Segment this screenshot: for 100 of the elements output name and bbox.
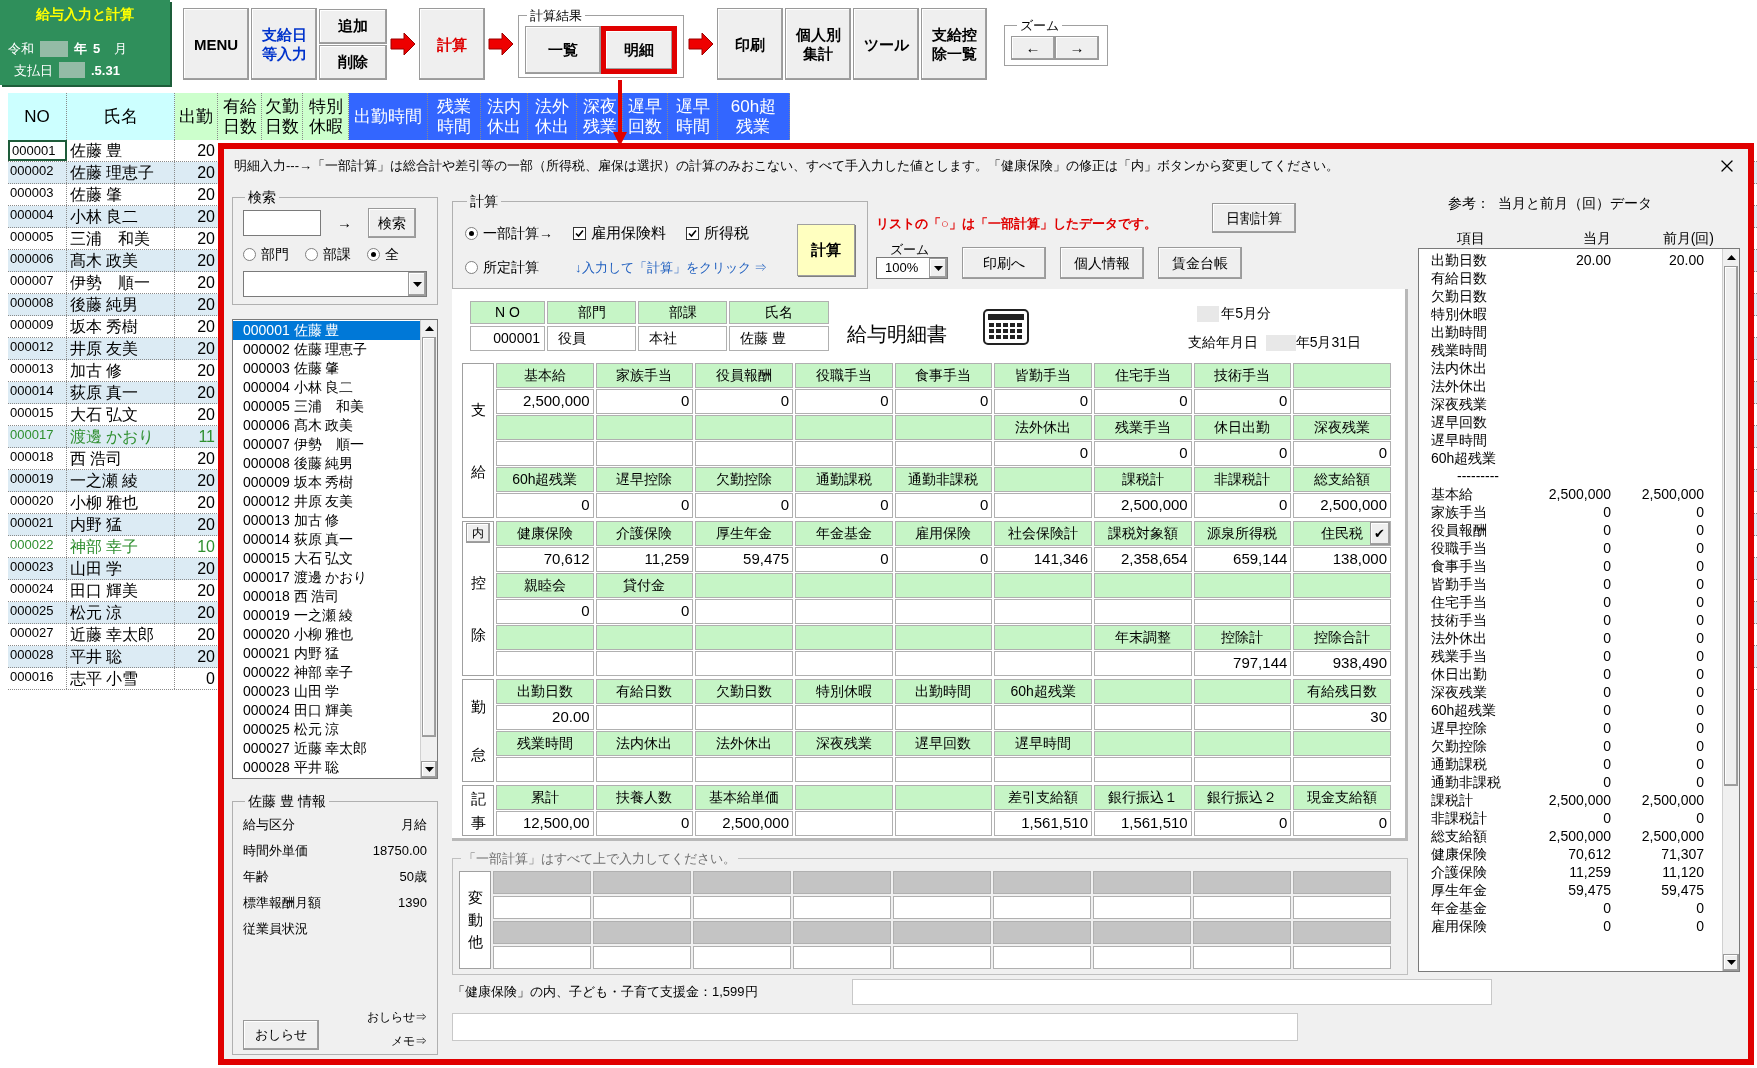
field-value[interactable] [496, 757, 594, 782]
list-item[interactable]: 000021 内野 猛 [233, 644, 420, 663]
field-value[interactable]: 0 [496, 599, 594, 624]
field-value[interactable] [496, 651, 594, 676]
zoom-select[interactable]: 100% [876, 257, 948, 279]
list-item[interactable]: 000006 髙木 政美 [233, 416, 420, 435]
notice-button[interactable]: おしらせ [243, 1020, 319, 1050]
field-value[interactable]: 797,144 [1193, 651, 1292, 676]
checkbox-option[interactable]: 所得税 [686, 222, 749, 245]
table-cell[interactable] [1193, 895, 1291, 919]
list-item[interactable]: 000001 佐藤 豊 [233, 321, 420, 340]
field-value[interactable]: 2,500,000 [496, 389, 594, 414]
field-value[interactable] [1094, 599, 1192, 624]
field-value[interactable]: 0 [496, 493, 594, 518]
list-item[interactable]: 000007 伊勢 順一 [233, 435, 420, 454]
field-value[interactable] [795, 441, 893, 466]
toolbar-button[interactable]: 支給日等入力 [251, 8, 317, 80]
radio-option[interactable]: 部課 [305, 244, 351, 265]
field-value[interactable]: 20.00 [496, 705, 594, 730]
field-value[interactable]: 70,612 [496, 547, 594, 572]
field-value[interactable]: 0 [695, 389, 793, 414]
table-cell[interactable] [493, 895, 591, 919]
table-cell[interactable] [893, 920, 991, 944]
table-cell[interactable] [493, 870, 591, 894]
field-value[interactable]: 0 [1193, 811, 1292, 836]
table-cell[interactable] [1293, 920, 1391, 944]
radio-option[interactable]: 一部計算→ [465, 223, 553, 244]
field-value[interactable]: 0 [595, 493, 694, 518]
field-value[interactable] [994, 599, 1092, 624]
field-value[interactable] [1094, 705, 1192, 730]
table-cell[interactable] [1293, 945, 1391, 969]
list-item[interactable]: 000018 西 浩司 [233, 587, 420, 606]
list-item[interactable]: 000004 小林 良二 [233, 378, 420, 397]
field-value[interactable] [894, 599, 993, 624]
list-item[interactable]: 000002 佐藤 理恵子 [233, 340, 420, 359]
table-cell[interactable] [1193, 870, 1291, 894]
field-value[interactable]: 0 [894, 493, 993, 518]
table-cell[interactable] [993, 895, 1091, 919]
table-cell[interactable] [593, 895, 691, 919]
field-value[interactable] [795, 599, 893, 624]
field-value[interactable]: 0 [1193, 493, 1292, 518]
zoom-button[interactable]: → [1055, 35, 1099, 60]
list-item[interactable]: 000028 平井 聡 [233, 758, 420, 777]
field-value[interactable] [795, 651, 893, 676]
table-cell[interactable] [1093, 895, 1191, 919]
field-value[interactable] [1293, 389, 1391, 414]
list-item[interactable]: 000003 佐藤 肇 [233, 359, 420, 378]
scrollbar[interactable] [1722, 249, 1739, 971]
field-value[interactable] [496, 441, 594, 466]
field-value[interactable] [795, 705, 893, 730]
field-value[interactable]: 0 [795, 389, 893, 414]
table-cell[interactable] [893, 945, 991, 969]
list-item[interactable]: 000024 田口 輝美 [233, 701, 420, 720]
field-value[interactable] [1293, 757, 1391, 782]
calculate-button[interactable]: 計算 [797, 224, 855, 276]
checkbox-option[interactable]: 雇用保険料 [573, 222, 666, 245]
field-value[interactable] [1193, 757, 1292, 782]
field-value[interactable]: 0 [1193, 441, 1292, 466]
field-value[interactable]: 138,000 [1293, 547, 1391, 572]
table-cell[interactable] [993, 945, 1091, 969]
list-item[interactable]: 000008 後藤 純男 [233, 454, 420, 473]
up-arrow-icon[interactable] [1726, 255, 1736, 260]
table-cell[interactable] [1093, 945, 1191, 969]
field-value[interactable]: 0 [695, 493, 793, 518]
toolbar-button[interactable]: ツール [853, 8, 919, 80]
field-value[interactable] [994, 705, 1092, 730]
field-value[interactable]: 0 [795, 547, 893, 572]
field-value[interactable] [1193, 599, 1292, 624]
table-cell[interactable] [993, 870, 1091, 894]
field-value[interactable] [1094, 757, 1192, 782]
radio-option[interactable]: 部門 [243, 244, 289, 265]
field-value[interactable]: 0 [1293, 441, 1391, 466]
field-value[interactable]: 59,475 [695, 547, 793, 572]
list-item[interactable]: 000017 渡邊 かおり [233, 568, 420, 587]
table-cell[interactable] [493, 920, 591, 944]
table-cell[interactable] [593, 920, 691, 944]
field-value[interactable]: 0 [994, 441, 1092, 466]
field-value[interactable] [795, 811, 893, 836]
field-value[interactable] [595, 705, 694, 730]
down-arrow-icon[interactable] [1726, 960, 1736, 965]
table-cell[interactable] [593, 945, 691, 969]
dialog-button[interactable]: 個人情報 [1060, 247, 1144, 279]
filter-select[interactable] [243, 271, 427, 297]
list-item[interactable]: 000019 一之瀬 綾 [233, 606, 420, 625]
field-value[interactable]: 2,500,000 [1094, 493, 1192, 518]
list-item[interactable]: 000020 小柳 雅也 [233, 625, 420, 644]
table-cell[interactable] [593, 870, 691, 894]
table-cell[interactable] [1093, 920, 1191, 944]
field-value[interactable]: 0 [595, 811, 694, 836]
toolbar-button[interactable]: 計算 [419, 8, 485, 80]
tab-button[interactable]: 一覧 [525, 25, 601, 74]
list-item[interactable]: 000027 近藤 幸太郎 [233, 739, 420, 758]
list-item[interactable]: 000023 山田 学 [233, 682, 420, 701]
list-item[interactable]: 000013 加古 修 [233, 511, 420, 530]
field-value[interactable]: 141,346 [994, 547, 1092, 572]
field-value[interactable] [894, 811, 993, 836]
field-value[interactable] [595, 441, 694, 466]
table-cell[interactable] [1193, 920, 1291, 944]
dialog-button[interactable]: 賃金台帳 [1158, 247, 1242, 279]
field-value[interactable] [795, 757, 893, 782]
